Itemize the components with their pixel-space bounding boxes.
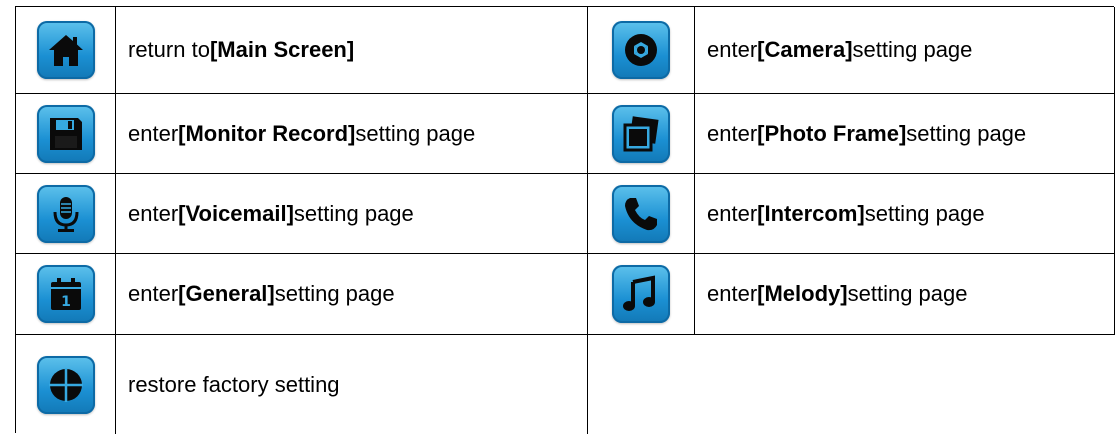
row5-left-description: restore factory setting <box>116 335 588 434</box>
desc-suffix: setting page <box>274 281 395 306</box>
row4-left-description: enter [General] setting page <box>116 254 588 335</box>
row5-empty-right <box>588 335 695 434</box>
desc-prefix: enter <box>707 200 758 226</box>
row5-left-icon-cell <box>16 335 116 434</box>
desc-prefix: enter <box>707 37 758 62</box>
desc-target: [Melody] <box>757 281 848 306</box>
svg-text:1: 1 <box>61 294 71 310</box>
desc-target: [Camera] <box>757 37 853 62</box>
home-icon <box>36 21 95 79</box>
desc-target: [Main Screen] <box>209 37 355 62</box>
desc-target: [Intercom] <box>757 200 865 226</box>
row2-left-description: enter [Monitor Record] setting page <box>116 94 588 174</box>
row2-right-icon-cell <box>588 94 695 174</box>
desc-text: restore factory setting <box>128 371 340 397</box>
desc-prefix: enter <box>128 200 179 226</box>
row1-right-icon-cell <box>588 7 695 94</box>
photo-frame-icon <box>612 104 670 163</box>
desc-prefix: enter <box>128 120 179 146</box>
row1-left-description: return to [Main Screen] <box>116 7 588 94</box>
desc-prefix: enter <box>707 281 758 306</box>
calendar-icon: 1 <box>36 265 95 323</box>
icon-reference-table: return to [Main Screen] enter [Camera] s… <box>15 6 1115 434</box>
desc-target: [Photo Frame] <box>757 120 907 146</box>
microphone-icon <box>36 184 95 243</box>
row4-right-description: enter [Melody] setting page <box>695 254 1115 335</box>
row1-right-description: enter [Camera] setting page <box>695 7 1115 94</box>
floppy-disk-icon <box>36 104 95 163</box>
restore-icon <box>36 355 95 414</box>
desc-suffix: setting page <box>355 120 476 146</box>
desc-suffix: setting page <box>847 281 968 306</box>
row5-empty-right-text <box>695 335 1115 434</box>
desc-target: [Voicemail] <box>178 200 294 226</box>
row2-right-description: enter [Photo Frame] setting page <box>695 94 1115 174</box>
desc-suffix: setting page <box>906 120 1027 146</box>
row3-left-description: enter [Voicemail] setting page <box>116 174 588 254</box>
desc-prefix: enter <box>707 120 758 146</box>
desc-prefix: return to <box>128 37 210 62</box>
music-note-icon <box>612 265 670 323</box>
desc-suffix: setting page <box>852 37 973 62</box>
row4-right-icon-cell <box>588 254 695 335</box>
desc-suffix: setting page <box>293 200 414 226</box>
desc-target: [General] <box>178 281 275 306</box>
row1-left-icon-cell <box>16 7 116 94</box>
row3-left-icon-cell <box>16 174 116 254</box>
desc-prefix: enter <box>128 281 179 306</box>
row3-right-icon-cell <box>588 174 695 254</box>
camera-icon <box>612 21 670 79</box>
desc-target: [Monitor Record] <box>178 120 356 146</box>
phone-icon <box>612 184 670 243</box>
row2-left-icon-cell <box>16 94 116 174</box>
row4-left-icon-cell: 1 <box>16 254 116 335</box>
desc-suffix: setting page <box>864 200 985 226</box>
row3-right-description: enter [Intercom] setting page <box>695 174 1115 254</box>
